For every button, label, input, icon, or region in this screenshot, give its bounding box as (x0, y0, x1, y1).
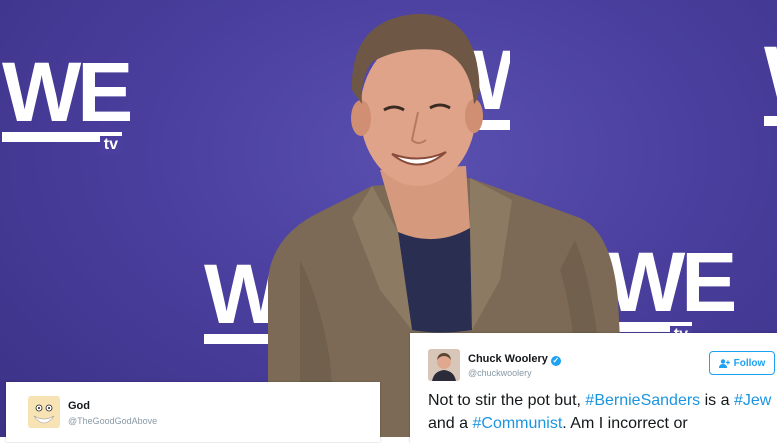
tweet-text-part: and a (428, 415, 473, 432)
verified-badge-icon: ✓ (550, 356, 561, 366)
profile-photo-icon (428, 349, 460, 381)
hashtag-link[interactable]: #Jew (734, 392, 771, 409)
follow-button[interactable]: Follow (709, 351, 775, 375)
chuck-avatar[interactable] (428, 349, 460, 381)
god-avatar[interactable] (28, 396, 60, 428)
tweet-text-part: Not to stir the pot but, (428, 392, 586, 409)
chuck-display-name[interactable]: Chuck Woolery ✓ (468, 353, 561, 366)
god-handle[interactable]: @TheGoodGodAbove (68, 416, 157, 426)
hashtag-link[interactable]: #BernieSanders (585, 392, 700, 409)
tweet-card-god: God @TheGoodGodAbove (6, 382, 380, 442)
chuck-handle[interactable]: @chuckwoolery (468, 368, 532, 378)
follow-button-label: Follow (733, 357, 766, 369)
hashtag-link[interactable]: #Communist (472, 415, 562, 432)
bearded-face-icon (28, 396, 60, 428)
chuck-name-text: Chuck Woolery (468, 353, 548, 365)
add-user-icon (718, 358, 730, 368)
god-display-name[interactable]: God (68, 400, 90, 412)
tweet-card-chuck: Chuck Woolery ✓ @chuckwoolery Follow Not … (410, 333, 777, 443)
tweet-body: Not to stir the pot but, #BernieSanders … (428, 389, 777, 435)
tweet-text-part: . Am I incorrect or (562, 415, 688, 432)
tweet-text-part: is a (700, 392, 734, 409)
